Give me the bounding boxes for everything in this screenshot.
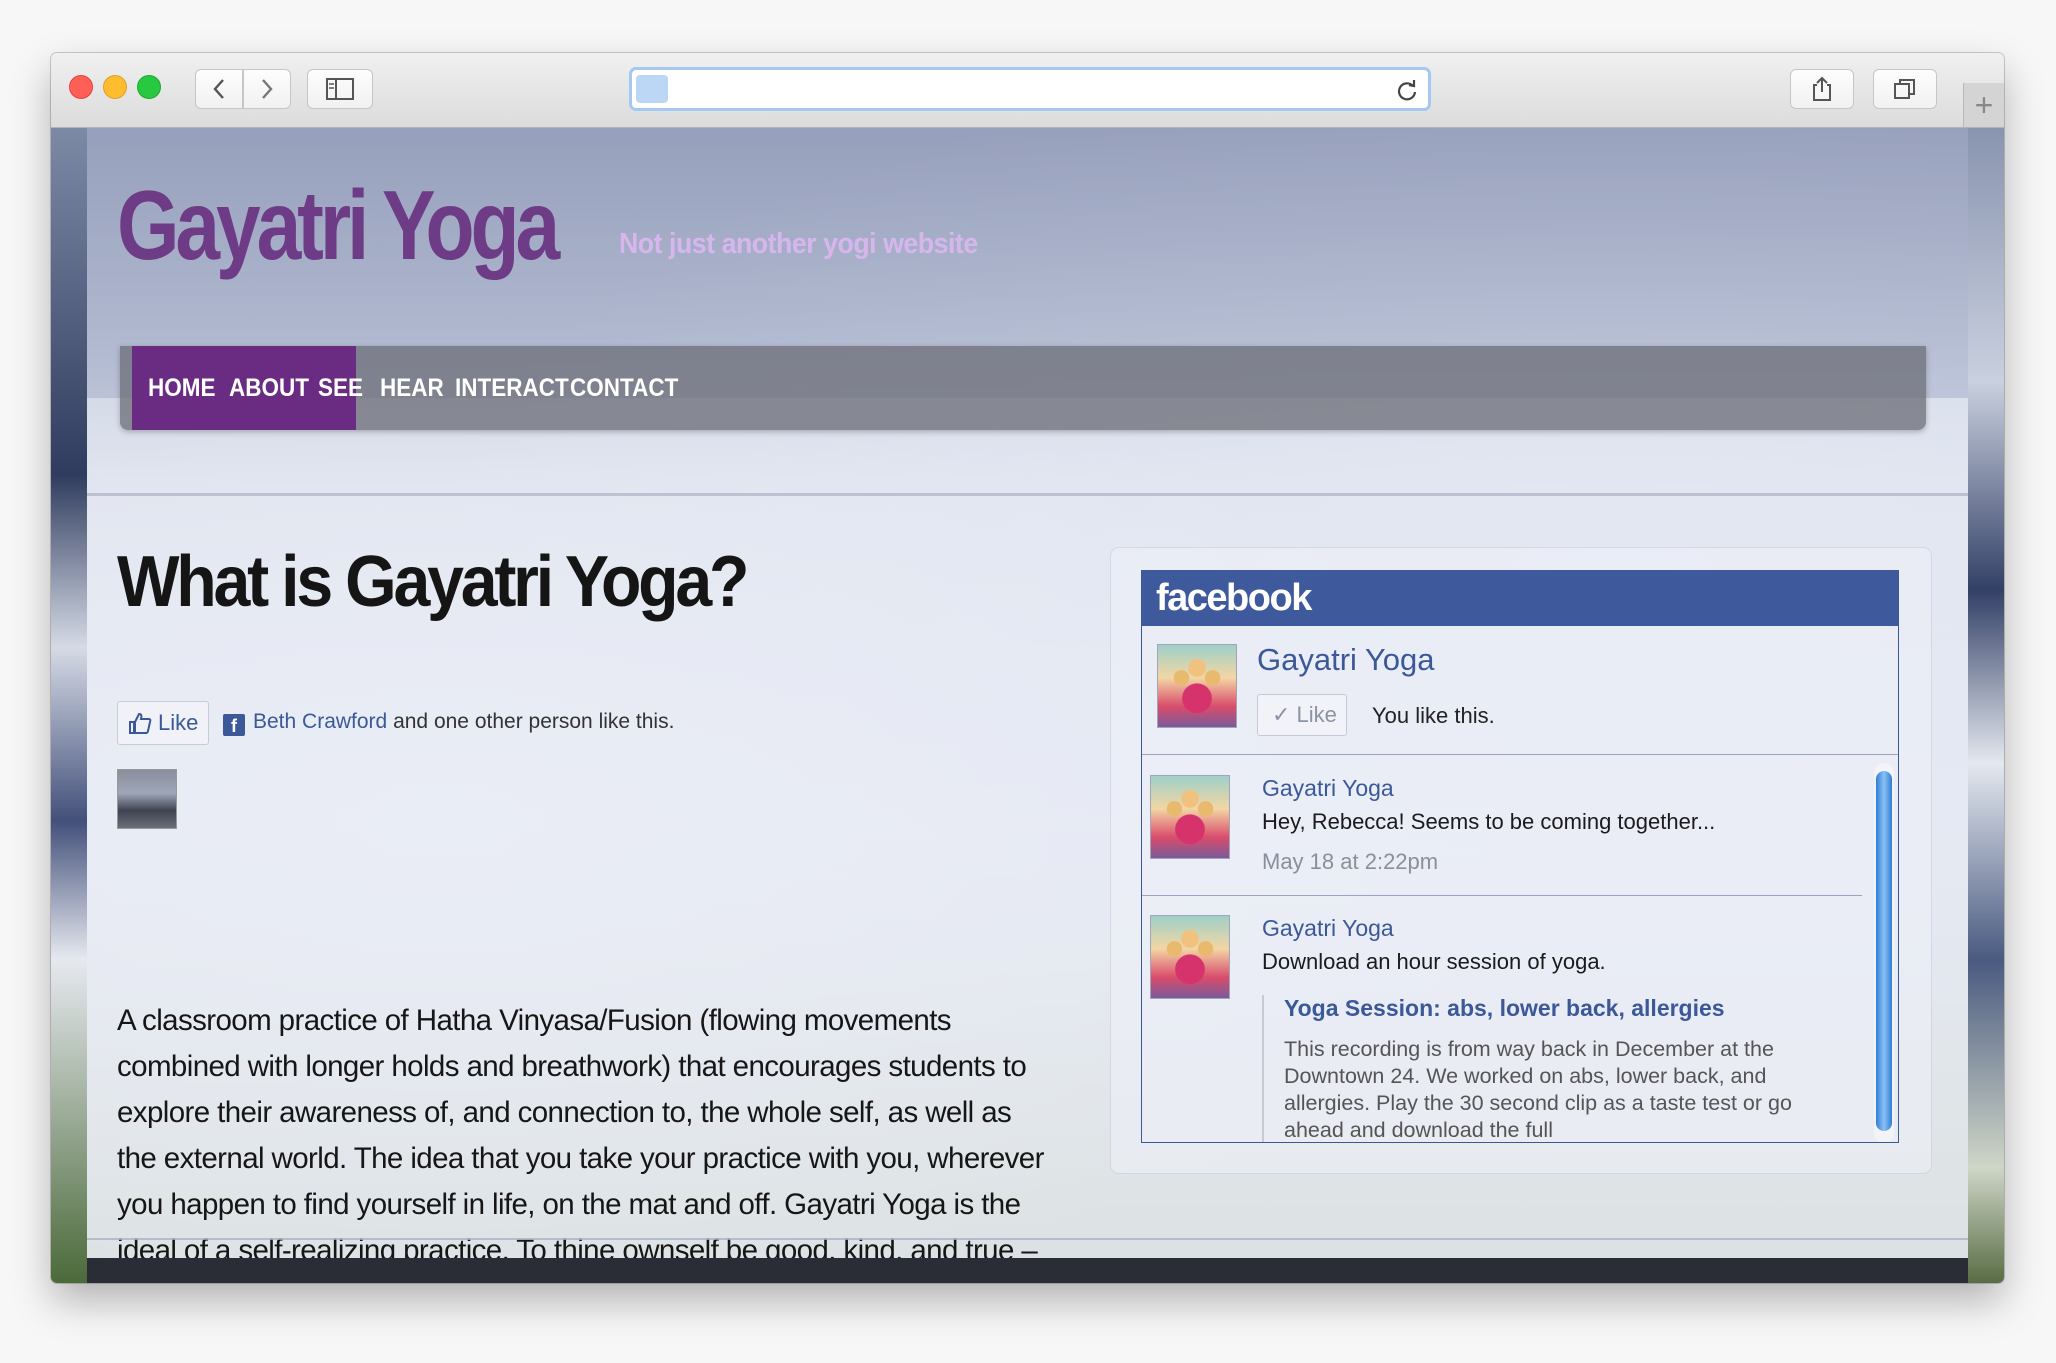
favicon xyxy=(636,75,668,103)
like-label: Like xyxy=(158,710,199,735)
liker-name-link[interactable]: Beth Crawford xyxy=(253,710,387,733)
browser-toolbar: + xyxy=(51,53,2004,128)
footer-bar xyxy=(87,1258,1968,1283)
thumbs-up-icon xyxy=(129,712,152,734)
main-nav: HOME ABOUT SEE HEAR INTERACT CONTACT xyxy=(120,346,1926,430)
facebook-logo[interactable]: facebook xyxy=(1142,570,1898,626)
zoom-window-button[interactable] xyxy=(137,75,161,99)
stream-scrollbar[interactable] xyxy=(1874,763,1894,1142)
facebook-page-like-button[interactable]: ✓ Like xyxy=(1257,694,1347,736)
facebook-stream: Gayatri Yoga Hey, Rebecca! Seems to be c… xyxy=(1142,755,1898,1142)
attachment-description: This recording is from way back in Decem… xyxy=(1284,1037,1792,1142)
facebook-page-name[interactable]: Gayatri Yoga xyxy=(1257,642,1435,678)
post-timestamp[interactable]: May 18 at 2:22pm xyxy=(1262,849,1438,875)
nav-hear[interactable]: HEAR xyxy=(380,346,444,430)
nav-interact[interactable]: INTERACT xyxy=(455,346,569,430)
stream-post: Gayatri Yoga Hey, Rebecca! Seems to be c… xyxy=(1142,755,1862,895)
forward-icon xyxy=(262,79,273,99)
like-social-text: f Beth Crawford and one other person like… xyxy=(223,710,674,736)
page-heading: What is Gayatri Yoga? xyxy=(117,542,750,622)
nav-contact[interactable]: CONTACT xyxy=(570,346,678,430)
nav-see[interactable]: SEE xyxy=(318,346,363,430)
back-button[interactable] xyxy=(195,69,243,109)
address-bar[interactable] xyxy=(629,67,1431,111)
web-viewport: Gayatri Yoga Not just another yogi websi… xyxy=(51,128,2004,1283)
site-title[interactable]: Gayatri Yoga xyxy=(117,176,560,274)
nav-about[interactable]: ABOUT xyxy=(229,346,309,430)
sidebar-icon xyxy=(326,78,354,100)
checkmark-icon: ✓ xyxy=(1272,702,1297,727)
post-message: Download an hour session of yoga. xyxy=(1262,949,1606,974)
site-tagline: Not just another yogi website xyxy=(619,228,978,260)
footer-divider xyxy=(87,1238,1968,1240)
facebook-page-info: Gayatri Yoga ✓ Like You like this. xyxy=(1142,626,1898,755)
forward-button[interactable] xyxy=(243,69,291,109)
friend-avatar[interactable] xyxy=(117,769,177,829)
facebook-like-box: facebook Gayatri Yoga ✓ Like You like th… xyxy=(1111,548,1931,1173)
post-attachment: Yoga Session: abs, lower back, allergies… xyxy=(1262,995,1804,1142)
page-avatar[interactable] xyxy=(1157,644,1237,728)
new-tab-icon[interactable]: + xyxy=(1963,83,2004,127)
share-button[interactable] xyxy=(1790,69,1854,109)
like-rest-text: and one other person like this. xyxy=(393,710,675,733)
content-divider xyxy=(87,493,1968,496)
tabs-icon xyxy=(1894,79,1915,99)
post-avatar[interactable] xyxy=(1150,915,1230,999)
page-like-label: Like xyxy=(1296,702,1337,727)
facebook-f-icon: f xyxy=(223,714,245,736)
close-window-button[interactable] xyxy=(69,75,93,99)
attachment-title[interactable]: Yoga Session: abs, lower back, allergies xyxy=(1284,995,1804,1022)
sidebar-button[interactable] xyxy=(307,69,373,109)
browser-window: + Gayatri Yoga Not just another yogi web… xyxy=(51,53,2004,1283)
page-container: Gayatri Yoga Not just another yogi websi… xyxy=(87,128,1968,1283)
you-like-text: You like this. xyxy=(1372,703,1495,728)
stream-post: Gayatri Yoga Download an hour session of… xyxy=(1142,895,1862,1142)
nav-home[interactable]: HOME xyxy=(148,346,216,430)
post-author[interactable]: Gayatri Yoga xyxy=(1262,775,1394,802)
facebook-like-button[interactable]: Like xyxy=(117,701,209,745)
minimize-window-button[interactable] xyxy=(103,75,127,99)
share-icon xyxy=(1813,76,1831,101)
background-mountain-left xyxy=(51,128,87,1283)
scrollbar-thumb[interactable] xyxy=(1876,771,1892,1131)
post-author[interactable]: Gayatri Yoga xyxy=(1262,915,1394,942)
post-avatar[interactable] xyxy=(1150,775,1230,859)
post-message: Hey, Rebecca! Seems to be coming togethe… xyxy=(1262,809,1716,834)
show-tabs-button[interactable] xyxy=(1873,69,1937,109)
article-body: A classroom practice of Hatha Vinyasa/Fu… xyxy=(117,1004,1044,1283)
back-icon xyxy=(213,79,224,99)
reload-icon[interactable] xyxy=(1396,78,1418,102)
background-mountain-right xyxy=(1968,128,2004,1283)
facebook-frame: facebook Gayatri Yoga ✓ Like You like th… xyxy=(1141,570,1899,1143)
